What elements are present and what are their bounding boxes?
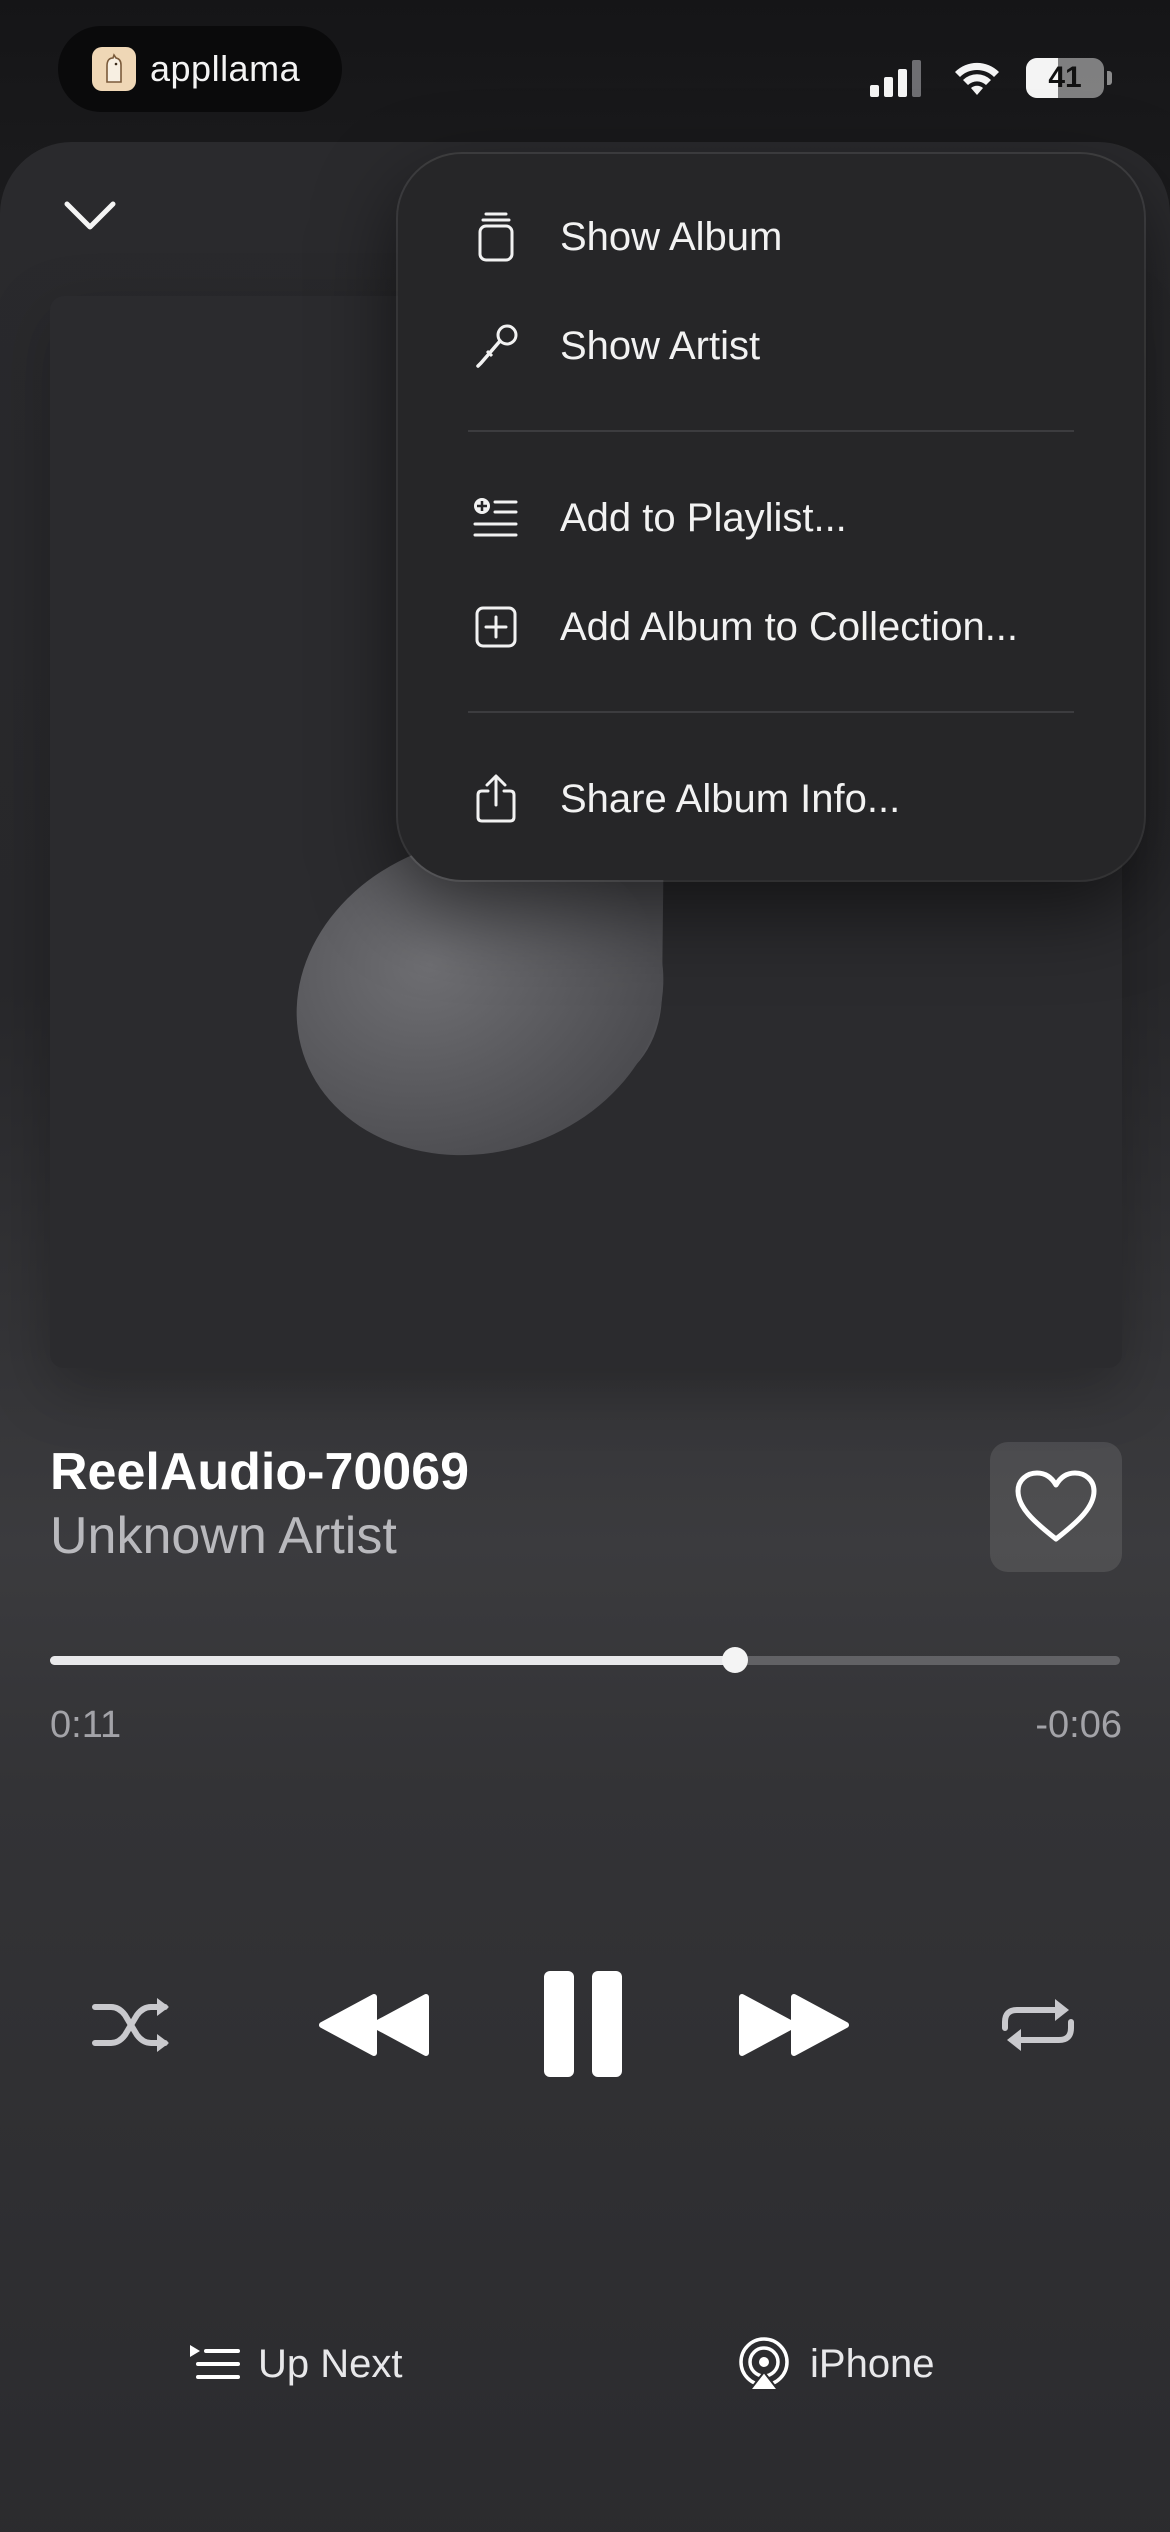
menu-item-show-artist[interactable]: Show Artist bbox=[398, 291, 1144, 401]
audio-output-label: iPhone bbox=[810, 2341, 935, 2386]
llama-logo-icon bbox=[92, 47, 136, 91]
status-bar: appllama 41 bbox=[0, 0, 1170, 140]
airplay-audio-icon bbox=[739, 2337, 789, 2391]
battery-level: 41 bbox=[1048, 61, 1082, 94]
shuffle-icon bbox=[92, 1998, 169, 2052]
fast-forward-icon bbox=[739, 1994, 849, 2056]
context-menu: Show Album Show Artist Add to Playlist..… bbox=[398, 154, 1144, 880]
menu-item-label: Add Album to Collection... bbox=[560, 604, 1019, 649]
previous-button[interactable] bbox=[316, 1990, 432, 2060]
menu-item-label: Show Album bbox=[560, 214, 783, 259]
audio-output-button[interactable]: iPhone bbox=[736, 2334, 935, 2394]
rewind-icon bbox=[319, 1994, 429, 2056]
playback-scrubber[interactable] bbox=[50, 1647, 1120, 1673]
add-to-playlist-icon bbox=[468, 490, 524, 546]
cellular-signal-icon bbox=[870, 60, 921, 97]
battery-cap bbox=[1107, 71, 1112, 85]
next-button[interactable] bbox=[736, 1990, 852, 2060]
chevron-down-icon bbox=[64, 201, 116, 230]
menu-divider bbox=[468, 711, 1074, 713]
menu-divider bbox=[468, 430, 1074, 432]
pause-icon bbox=[544, 1971, 622, 2077]
heart-icon bbox=[1015, 1470, 1097, 1542]
up-next-button[interactable]: Up Next bbox=[188, 2336, 403, 2392]
queue-list-icon bbox=[190, 2345, 240, 2379]
pause-button[interactable] bbox=[540, 1968, 626, 2080]
share-icon bbox=[468, 771, 524, 827]
track-title: ReelAudio-70069 bbox=[50, 1443, 470, 1501]
track-artist[interactable]: Unknown Artist bbox=[50, 1506, 397, 1566]
battery-icon: 41 bbox=[1026, 58, 1104, 98]
now-playing-screen: appllama 41 Show Album Show Artist Add t… bbox=[0, 0, 1170, 2532]
app-name: appllama bbox=[150, 48, 301, 89]
menu-item-show-album[interactable]: Show Album bbox=[398, 182, 1144, 292]
microphone-icon bbox=[468, 318, 524, 374]
album-icon bbox=[468, 209, 524, 265]
menu-item-add-album-to-collection[interactable]: Add Album to Collection... bbox=[398, 572, 1144, 682]
menu-item-add-to-playlist[interactable]: Add to Playlist... bbox=[398, 463, 1144, 573]
wifi-icon bbox=[955, 62, 999, 95]
favorite-button[interactable] bbox=[990, 1442, 1122, 1572]
menu-item-label: Add to Playlist... bbox=[560, 495, 847, 540]
remaining-time: -0:06 bbox=[1035, 1704, 1122, 1746]
elapsed-time: 0:11 bbox=[50, 1704, 122, 1746]
app-indicator-pill[interactable]: appllama bbox=[58, 26, 342, 112]
progress-fill bbox=[50, 1656, 735, 1665]
menu-item-share-album-info[interactable]: Share Album Info... bbox=[398, 744, 1144, 854]
menu-item-label: Share Album Info... bbox=[560, 776, 901, 821]
collapse-button[interactable] bbox=[50, 186, 130, 246]
up-next-label: Up Next bbox=[258, 2341, 403, 2386]
shuffle-button[interactable] bbox=[86, 1990, 178, 2060]
repeat-button[interactable] bbox=[992, 1990, 1084, 2060]
status-icons: 41 bbox=[870, 56, 1112, 100]
plus-square-icon bbox=[468, 599, 524, 655]
scrubber-knob[interactable] bbox=[721, 1647, 748, 1673]
repeat-icon bbox=[1002, 1999, 1074, 2051]
menu-item-label: Show Artist bbox=[560, 323, 761, 368]
